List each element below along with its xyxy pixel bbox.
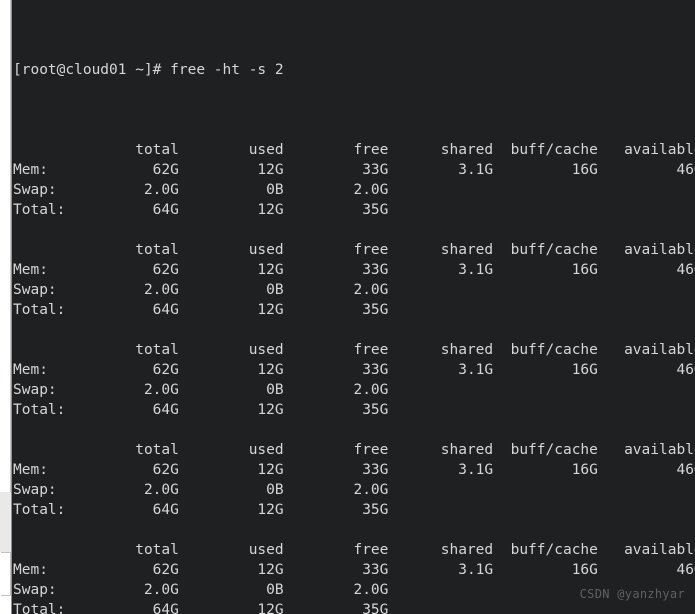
table-row: Total: 64G 12G 35G xyxy=(13,402,389,418)
table-row: Mem: 62G 12G 33G 3.1G 16G 46G xyxy=(13,262,695,278)
table-row: Swap: 2.0G 0B 2.0G xyxy=(13,182,389,198)
table-row: Total: 64G 12G 35G xyxy=(13,502,389,518)
command-line: [root@cloud01 ~]# free -ht -s 2 xyxy=(13,62,284,78)
scrollbar-track[interactable] xyxy=(0,492,11,552)
table-header-row: total used free shared buff/cache availa… xyxy=(13,142,695,158)
table-row: Total: 64G 12G 35G xyxy=(13,302,389,318)
scrollbar-thumb[interactable] xyxy=(0,0,11,492)
terminal-output[interactable]: [root@cloud01 ~]# free -ht -s 2 total us… xyxy=(13,0,695,614)
csdn-watermark: CSDN @yanzhyar xyxy=(579,587,685,601)
table-row: Total: 64G 12G 35G xyxy=(13,202,389,218)
free-report-block: total used free shared buff/cache availa… xyxy=(13,140,695,240)
free-report-block: total used free shared buff/cache availa… xyxy=(13,540,695,614)
free-report-block: total used free shared buff/cache availa… xyxy=(13,440,695,540)
table-row: Swap: 2.0G 0B 2.0G xyxy=(13,382,389,398)
table-header-row: total used free shared buff/cache availa… xyxy=(13,542,695,558)
table-row: Mem: 62G 12G 33G 3.1G 16G 46G xyxy=(13,362,695,378)
free-output-blocks: total used free shared buff/cache availa… xyxy=(13,140,695,614)
table-row: Total: 64G 12G 35G xyxy=(13,602,389,614)
table-row: Swap: 2.0G 0B 2.0G xyxy=(13,482,389,498)
table-header-row: total used free shared buff/cache availa… xyxy=(13,242,695,258)
table-header-row: total used free shared buff/cache availa… xyxy=(13,442,695,458)
window-left-gutter xyxy=(0,0,12,614)
free-report-block: total used free shared buff/cache availa… xyxy=(13,240,695,340)
table-header-row: total used free shared buff/cache availa… xyxy=(13,342,695,358)
scrollbar-track-bottom[interactable] xyxy=(1,552,11,596)
terminal-window: [root@cloud01 ~]# free -ht -s 2 total us… xyxy=(0,0,695,614)
table-row: Mem: 62G 12G 33G 3.1G 16G 46G xyxy=(13,162,695,178)
table-row: Mem: 62G 12G 33G 3.1G 16G 46G xyxy=(13,462,695,478)
free-report-block: total used free shared buff/cache availa… xyxy=(13,340,695,440)
table-row: Swap: 2.0G 0B 2.0G xyxy=(13,282,389,298)
table-row: Mem: 62G 12G 33G 3.1G 16G 46G xyxy=(13,562,695,578)
